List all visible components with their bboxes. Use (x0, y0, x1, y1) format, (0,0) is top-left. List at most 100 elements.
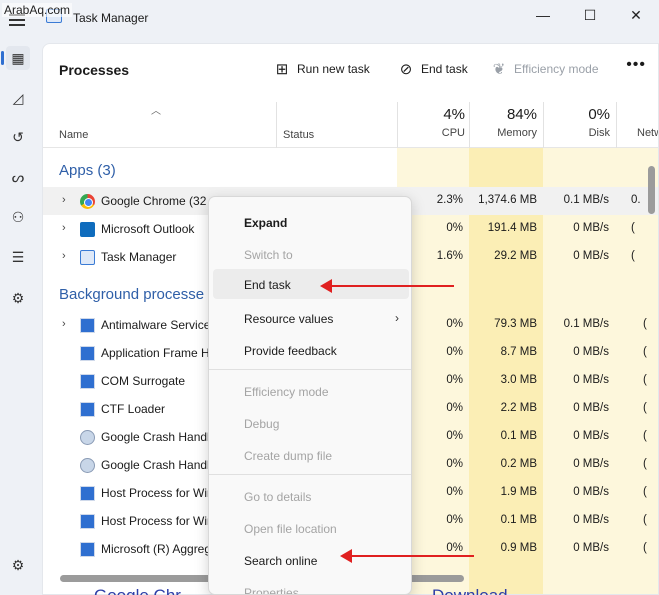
process-name: Host Process for Wir (101, 486, 212, 500)
expand-chevron-icon[interactable]: › (62, 318, 66, 330)
network-column-header[interactable]: Netw (637, 106, 658, 139)
process-window-icon (80, 542, 95, 557)
search-online-annotation-arrow (340, 549, 474, 563)
chrome-icon (80, 194, 95, 209)
menu-item-create-dump-file[interactable]: Create dump file (213, 440, 409, 470)
maximize-button[interactable]: ☐ (567, 0, 613, 30)
details-nav-icon[interactable]: ☰ (6, 245, 30, 269)
disk-cell: 0 MB/s (573, 486, 609, 498)
disk-cell: 0 MB/s (573, 346, 609, 358)
memory-cell: 79.3 MB (494, 318, 537, 330)
network-cell: ( (643, 346, 647, 358)
more-options-icon[interactable]: ••• (626, 56, 646, 74)
process-window-icon (80, 402, 95, 417)
status-column-header[interactable]: Status (283, 129, 314, 141)
column-divider[interactable] (616, 102, 617, 148)
process-name: COM Surrogate (101, 374, 186, 388)
network-cell: ( (643, 486, 647, 498)
cpu-cell: 0% (446, 430, 463, 442)
menu-item-properties[interactable]: Properties (213, 577, 409, 594)
process-name: Task Manager (101, 250, 177, 264)
menu-item-provide-feedback[interactable]: Provide feedback (213, 335, 409, 365)
close-button[interactable]: ✕ (613, 0, 659, 30)
app-history-nav-icon[interactable]: ↺ (6, 125, 30, 149)
services-nav-icon[interactable]: ⚙ (6, 286, 30, 310)
sort-caret-icon[interactable]: ︿ (151, 102, 161, 117)
process-window-icon (80, 514, 95, 529)
memory-cell: 2.2 MB (500, 402, 537, 414)
startup-apps-nav-icon[interactable]: ᔕ (6, 165, 30, 189)
disk-cell: 0.1 MB/s (563, 194, 609, 206)
context-menu: Expand Switch to End task Resource value… (208, 196, 412, 595)
memory-percent: 84% (506, 106, 537, 123)
google-crash-handler-icon (80, 430, 95, 445)
disk-label: Disk (588, 127, 610, 139)
column-divider[interactable] (276, 102, 277, 148)
memory-cell: 3.0 MB (500, 374, 537, 386)
disk-percent: 0% (588, 106, 610, 123)
memory-column-header[interactable]: 84% Memory (473, 106, 537, 139)
cpu-cell: 2.3% (436, 194, 463, 206)
toolbar: Processes ⊞ Run new task ⊘ End task ❦ Ef… (43, 44, 658, 94)
minimize-button[interactable]: — (520, 0, 566, 30)
memory-cell: 8.7 MB (500, 346, 537, 358)
menu-item-search-online[interactable]: Search online (213, 545, 409, 575)
watermark: ArabAq.com (2, 3, 73, 17)
leaf-icon: ❦ (492, 61, 506, 78)
cpu-column-header[interactable]: 4% CPU (403, 106, 465, 139)
background-processes-group-header: Background processe (59, 286, 205, 303)
window-title: Task Manager (73, 11, 149, 25)
memory-cell: 1,374.6 MB (478, 194, 537, 206)
settings-icon[interactable]: ⚙ (6, 553, 30, 577)
network-label: Netw (637, 127, 658, 139)
task-manager-icon (80, 250, 95, 265)
cpu-cell: 0% (446, 402, 463, 414)
column-divider[interactable] (543, 102, 544, 148)
background-text-left: Google Chr (94, 586, 181, 595)
name-column-header[interactable]: Name (59, 129, 88, 141)
menu-item-switch-to[interactable]: Switch to (213, 239, 409, 269)
users-nav-icon[interactable]: ⚇ (6, 205, 30, 229)
expand-chevron-icon[interactable]: › (62, 194, 66, 206)
run-new-task-button[interactable]: ⊞ Run new task (273, 60, 370, 78)
cpu-cell: 0% (446, 542, 463, 554)
cpu-cell: 0% (446, 486, 463, 498)
network-cell: ( (643, 458, 647, 470)
performance-nav-icon[interactable]: ◿ (6, 86, 30, 110)
disk-cell: 0.1 MB/s (563, 318, 609, 330)
cpu-cell: 0% (446, 222, 463, 234)
menu-item-go-to-details[interactable]: Go to details (213, 481, 409, 511)
menu-item-expand[interactable]: Expand (213, 207, 409, 237)
resource-values-label: Resource values (244, 312, 334, 326)
disk-cell: 0 MB/s (573, 514, 609, 526)
memory-cell: 0.9 MB (500, 542, 537, 554)
column-divider[interactable] (469, 102, 470, 148)
vertical-scrollbar[interactable] (648, 166, 655, 214)
end-task-button[interactable]: ⊘ End task (397, 60, 468, 78)
cpu-cell: 0% (446, 346, 463, 358)
outlook-icon (80, 222, 95, 237)
expand-chevron-icon[interactable]: › (62, 250, 66, 262)
memory-cell: 29.2 MB (494, 250, 537, 262)
menu-item-efficiency-mode[interactable]: Efficiency mode (213, 376, 409, 406)
menu-item-resource-values[interactable]: Resource values › (213, 303, 409, 333)
processes-nav-icon[interactable]: ▦ (1, 46, 30, 70)
menu-item-debug[interactable]: Debug (213, 408, 409, 438)
network-cell: ( (643, 542, 647, 554)
process-window-icon (80, 318, 95, 333)
end-task-label: End task (421, 62, 468, 76)
memory-cell: 191.4 MB (487, 222, 537, 234)
menu-item-open-file-location[interactable]: Open file location (213, 513, 409, 543)
disk-cell: 0 MB/s (573, 222, 609, 234)
expand-chevron-icon[interactable]: › (62, 222, 66, 234)
column-divider[interactable] (397, 102, 398, 148)
disk-cell: 0 MB/s (573, 374, 609, 386)
efficiency-mode-button[interactable]: ❦ Efficiency mode (490, 60, 599, 78)
disk-column-header[interactable]: 0% Disk (548, 106, 610, 139)
network-cell: 0. (631, 194, 641, 206)
disk-cell: 0 MB/s (573, 458, 609, 470)
memory-label: Memory (497, 127, 537, 139)
efficiency-mode-label: Efficiency mode (514, 62, 599, 76)
network-cell: ( (643, 430, 647, 442)
menu-item-end-task[interactable]: End task (213, 269, 409, 299)
